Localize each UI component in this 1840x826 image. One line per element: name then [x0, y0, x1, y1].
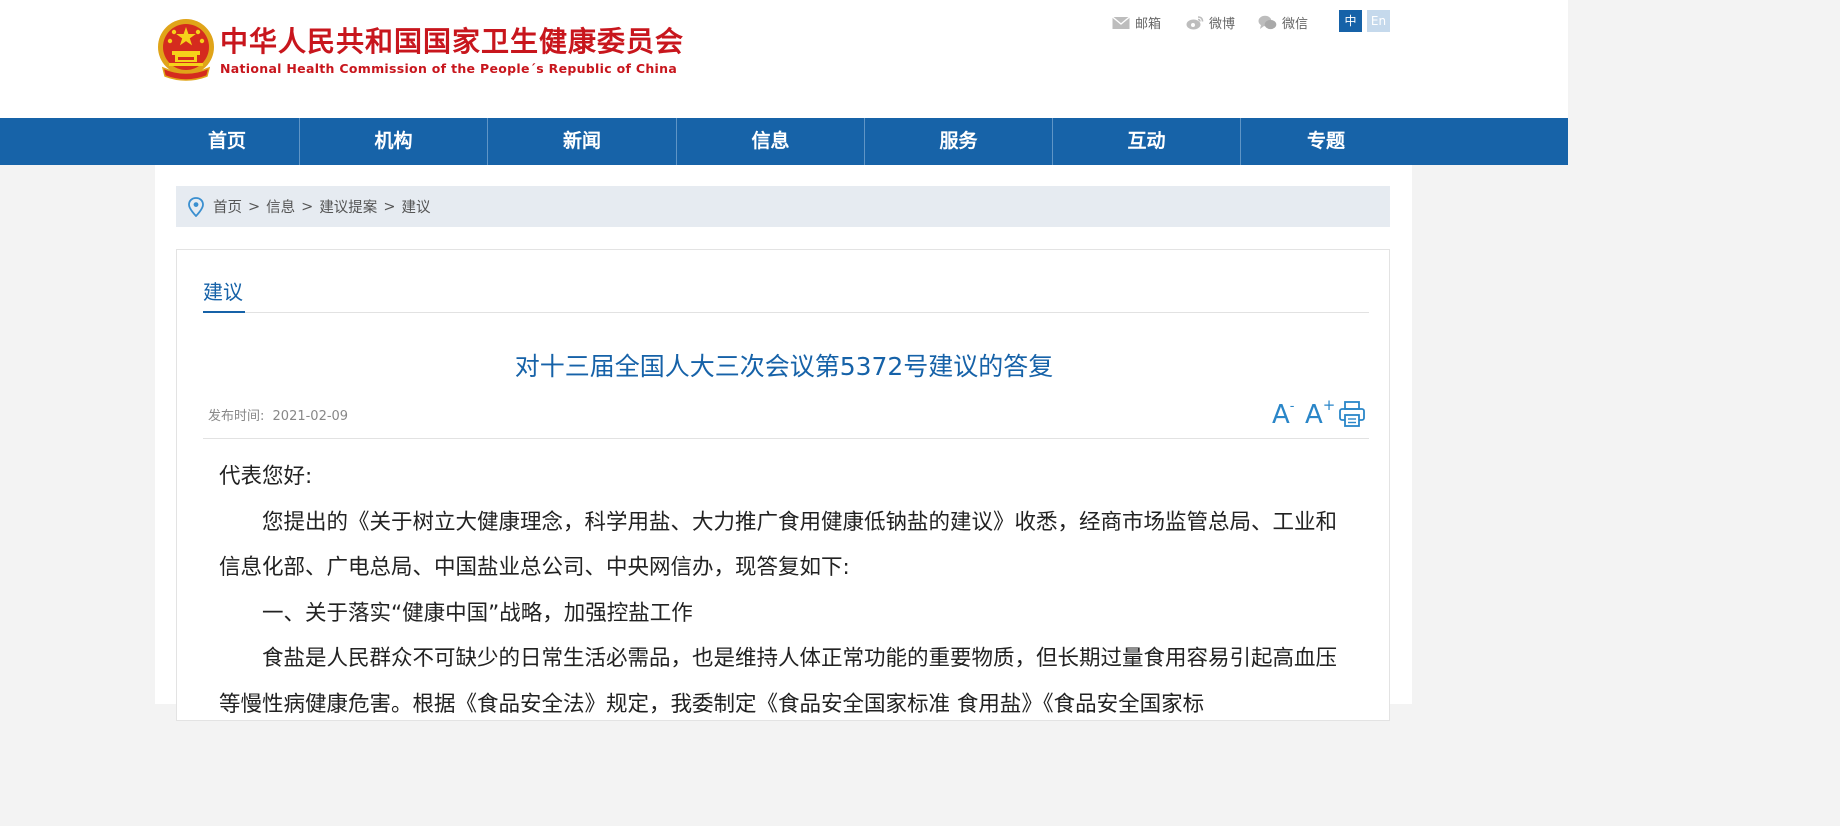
- print-icon[interactable]: [1338, 400, 1366, 428]
- decrease-font-button[interactable]: A-: [1272, 399, 1295, 430]
- article-paragraph: 一、关于落实“健康中国”战略，加强控盐工作: [262, 600, 693, 626]
- page-container: 首页 > 信息 > 建议提案 > 建议 建议 对十三届全国人大三次会议第5372…: [155, 165, 1412, 721]
- weibo-link[interactable]: 微博: [1186, 13, 1235, 32]
- font-small-sign: -: [1289, 399, 1295, 414]
- nav-item-organization[interactable]: 机构: [300, 118, 487, 165]
- weibo-link-label: 微博: [1209, 17, 1236, 32]
- article-paragraph: 代表您好:: [219, 464, 313, 489]
- wechat-icon: [1258, 15, 1277, 30]
- article-panel: 建议 对十三届全国人大三次会议第5372号建议的答复 发布时间: 2021-02…: [176, 249, 1390, 721]
- mail-link[interactable]: 邮箱: [1112, 13, 1161, 32]
- article-body: 代表您好: 您提出的《关于树立大健康理念，科学用盐、大力推广食用健康低钠盐的建议…: [219, 454, 1349, 727]
- font-small-letter: A: [1272, 400, 1290, 430]
- national-emblem-icon[interactable]: [155, 18, 217, 82]
- article-title: 对十三届全国人大三次会议第5372号建议的答复: [514, 352, 1054, 381]
- font-large-sign: +: [1322, 396, 1336, 414]
- font-large-letter: A: [1305, 400, 1323, 430]
- nav-item-interaction[interactable]: 互动: [1053, 118, 1240, 165]
- publish-date: 2021-02-09: [272, 409, 349, 424]
- meta-divider: [203, 438, 1369, 439]
- wechat-link[interactable]: 微信: [1258, 13, 1308, 32]
- section-title: 建议: [203, 280, 243, 304]
- publish-date-label: 发布时间:: [208, 409, 265, 424]
- wechat-link-label: 微信: [1282, 17, 1309, 32]
- breadcrumb-separator: >: [301, 198, 314, 215]
- nav-item-services[interactable]: 服务: [865, 118, 1052, 165]
- publish-meta: 发布时间: 2021-02-09: [208, 405, 348, 424]
- increase-font-button[interactable]: A+: [1305, 396, 1335, 430]
- section-title-underline: [203, 311, 245, 313]
- nav-item-information[interactable]: 信息: [677, 118, 864, 165]
- breadcrumb-separator: >: [248, 198, 261, 215]
- breadcrumb-information[interactable]: 信息: [266, 196, 295, 217]
- site-title-cn[interactable]: 中华人民共和国国家卫生健康委员会: [220, 20, 684, 60]
- breadcrumb-suggestions[interactable]: 建议: [401, 196, 430, 217]
- breadcrumb-proposals[interactable]: 建议提案: [319, 196, 377, 217]
- nav-item-news[interactable]: 新闻: [488, 118, 676, 165]
- location-pin-icon: [188, 196, 204, 217]
- weibo-icon: [1186, 16, 1204, 30]
- article-paragraph: 您提出的《关于树立大健康理念，科学用盐、大力推广食用健康低钠盐的建议》收悉，经商…: [219, 509, 1338, 581]
- nav-item-home[interactable]: 首页: [155, 118, 299, 165]
- breadcrumb: 首页 > 信息 > 建议提案 > 建议: [176, 186, 1390, 227]
- main-nav: 首页 机构 新闻 信息 服务 互动 专题: [0, 118, 1568, 165]
- site-header: 中华人民共和国国家卫生健康委员会 National Health Commiss…: [0, 0, 1568, 118]
- lang-en-button[interactable]: En: [1367, 10, 1390, 32]
- site-title-en[interactable]: National Health Commission of the People…: [220, 61, 677, 76]
- mail-link-label: 邮箱: [1135, 17, 1162, 32]
- breadcrumb-separator: >: [383, 198, 396, 215]
- breadcrumb-home[interactable]: 首页: [213, 196, 242, 217]
- mail-icon: [1112, 15, 1130, 29]
- section-divider: [203, 312, 1369, 313]
- lang-cn-button[interactable]: 中: [1339, 10, 1362, 32]
- article-paragraph: 食盐是人民群众不可缺少的日常生活必需品，也是维持人体正常功能的重要物质，但长期过…: [219, 646, 1338, 717]
- nav-item-topics[interactable]: 专题: [1241, 118, 1411, 165]
